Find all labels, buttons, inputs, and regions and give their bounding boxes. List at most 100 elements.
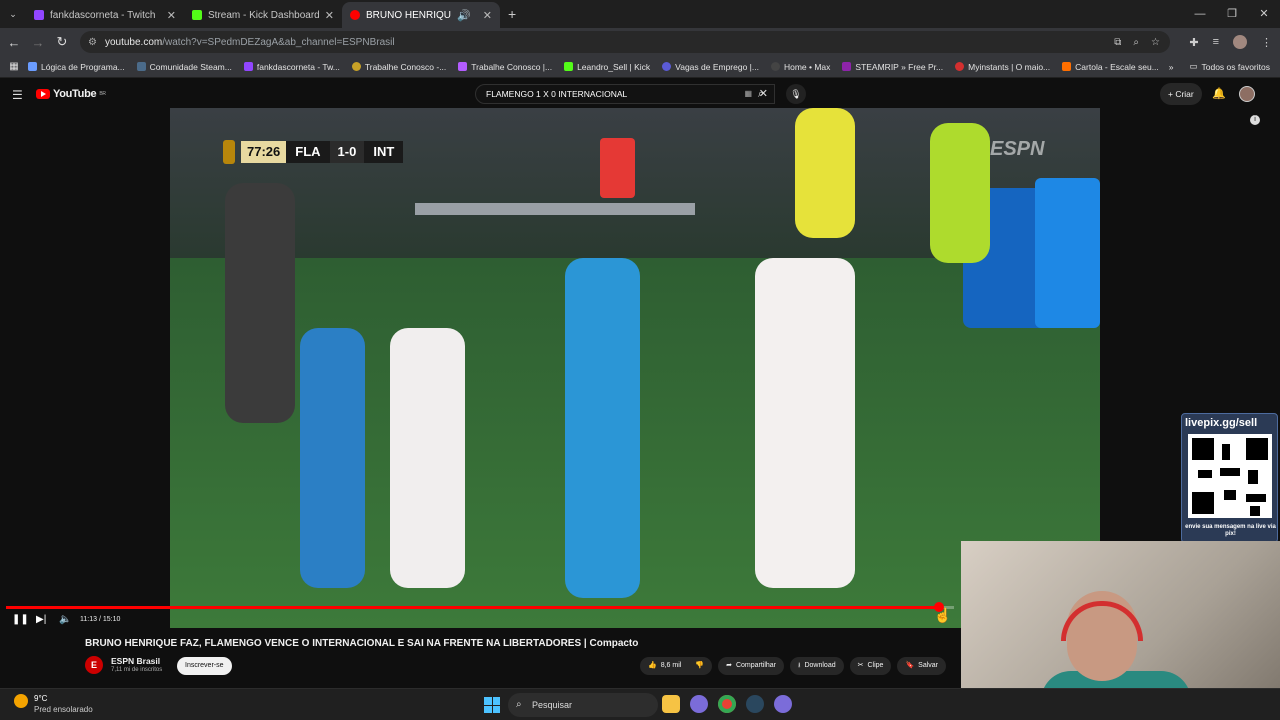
like-button[interactable]: 👍 8,6 mil 👎 [640,657,713,675]
bookmark-item[interactable]: Cartola - Escale seu... [1062,62,1159,72]
volume-icon[interactable]: 🔈 [59,614,71,625]
bookmark-item[interactable]: Vagas de Emprego |... [662,62,759,72]
tab-search-icon[interactable]: ⌄ [0,9,26,20]
mute-tab-icon[interactable]: 🔊 [457,9,471,22]
bookmark-item[interactable]: Trabalhe Conosco |... [458,62,552,72]
close-tab-icon[interactable]: ✕ [167,9,176,22]
next-icon[interactable]: ▶| [36,614,46,625]
menu-icon[interactable]: ☰ [12,88,23,102]
info-icon[interactable]: i [1250,115,1260,125]
extensions-icon[interactable]: ✚ [1189,36,1198,49]
bookmark-icon [955,62,965,71]
bookmark-item[interactable]: Lógica de Programa... [28,62,125,72]
mic-icon: 🎙 [790,89,802,99]
profile-avatar[interactable] [1233,35,1247,49]
browser-tab-bar: ⌄ fankdascorneta - Twitch ✕ Stream - Kic… [0,0,1280,28]
save-button[interactable]: 🔖 Salvar [897,657,946,675]
scissors-icon: ✂ [857,662,864,669]
back-icon[interactable]: ← [2,35,26,50]
address-toolbar: ← → ↻ ⚙ youtube.com/watch?v=SPedmDEZagA&… [0,28,1280,56]
youtube-logo[interactable]: YouTube BR [36,88,106,100]
create-button[interactable]: + Criar [1160,83,1202,105]
forward-icon[interactable]: → [26,35,50,50]
thumbs-down-icon[interactable]: 👎 [695,657,704,675]
voice-search-button[interactable]: 🎙 [786,84,806,104]
media-control-icon[interactable]: ≡ [1213,36,1219,48]
channel-info: E ESPN Brasil 7,11 mi de inscritos [85,656,162,674]
windows-start-icon[interactable] [484,697,500,713]
video-person [795,108,855,238]
download-button[interactable]: ⭳ Download [790,657,844,675]
close-tab-icon[interactable]: ✕ [325,9,334,22]
steam-icon[interactable] [746,695,764,713]
taskbar-search[interactable]: ⌕ Pesquisar [508,693,658,717]
twitch-icon [243,62,253,71]
bookmark-item[interactable]: Trabalhe Conosco -... [351,62,446,72]
more-menu-icon[interactable]: ⋮ [1261,36,1272,49]
overlay-title: livepix.gg/sell [1185,417,1258,429]
search-icon: ⌕ [516,699,522,710]
restore-icon[interactable]: ❐ [1216,0,1248,28]
bookmark-item[interactable]: Home • Max [770,62,830,72]
match-clock: 77:26 [241,141,287,163]
all-favorites[interactable]: ▭ Todos os favoritos [1189,61,1270,72]
close-tab-icon[interactable]: ✕ [483,9,492,22]
url-path: /watch?v=SPedmDEZagA&ab_channel=ESPNBras… [162,36,395,48]
app-icon[interactable] [774,695,792,713]
zoom-icon[interactable]: ⌕ [1133,37,1139,48]
app-icon[interactable] [690,695,708,713]
weather-widget[interactable]: 9°C Pred ensolarado [14,694,93,714]
logo-region: BR [99,91,106,97]
video-person [755,258,855,588]
max-icon [770,62,780,71]
subscribe-button[interactable]: Inscrever-se [177,657,232,675]
new-tab-icon[interactable]: + [508,6,516,22]
more-bookmarks-icon[interactable]: » [1169,62,1174,72]
logo-text: YouTube [53,88,97,100]
bookmark-item[interactable]: Comunidade Steam... [136,62,232,72]
bookmark-item[interactable]: STEAMRIP » Free Pr... [842,62,943,72]
chrome-icon[interactable] [718,695,736,713]
trophy-icon [223,140,235,164]
taskbar-search-placeholder: Pesquisar [532,700,573,710]
search-query: FLAMENGO 1 X 0 INTERNACIONAL [486,89,628,99]
channel-name[interactable]: ESPN Brasil [111,656,160,666]
tab-youtube[interactable]: BRUNO HENRIQUE FAZ, FL 🔊 ✕ [342,2,500,28]
avatar[interactable] [1239,86,1255,102]
notifications-icon[interactable]: 🔔 [1212,87,1226,100]
video-person [600,138,635,198]
site-info-icon[interactable]: ⚙ [88,37,97,48]
file-explorer-icon[interactable] [662,695,680,713]
time-display: 11:13 / 15:10 [80,616,121,623]
pause-icon[interactable]: ❚❚ [12,614,29,625]
bookmark-item[interactable]: Myinstants | O maio... [955,62,1050,72]
reload-icon[interactable]: ↻ [50,34,74,50]
bookmark-icon [1062,62,1072,71]
channel-avatar[interactable]: E [85,656,103,674]
share-button[interactable]: ➦ Compartilhar [718,657,785,675]
video-person [300,328,365,588]
search-button[interactable]: ⌕ [746,84,776,104]
tab-twitch[interactable]: fankdascorneta - Twitch ✕ [26,2,184,28]
minimize-icon[interactable]: — [1184,0,1216,28]
tab-title: BRUNO HENRIQUE FAZ, FL [366,9,452,21]
bookmark-star-icon[interactable]: ☆ [1151,37,1160,48]
search-input[interactable]: FLAMENGO 1 X 0 INTERNACIONAL ▦ ✕ [475,84,775,104]
temperature: 9°C [34,694,48,703]
bookmark-item[interactable]: fankdascorneta - Tw... [243,62,340,72]
apps-grid-icon[interactable]: ▦ [0,61,28,72]
url-bar[interactable]: ⚙ youtube.com/watch?v=SPedmDEZagA&ab_cha… [80,31,1170,53]
progress-played[interactable] [6,606,940,609]
bookmark-item[interactable]: Leandro_Sell | Kick [564,62,650,72]
tab-title: fankdascorneta - Twitch [50,9,156,21]
video-cooler [1035,178,1100,328]
search-icon: ⌕ [757,88,765,100]
install-app-icon[interactable]: ⧉ [1114,37,1121,48]
sun-icon [14,694,28,708]
url-host: youtube.com [104,36,163,48]
clip-button[interactable]: ✂ Clipe [849,657,892,675]
tab-kick[interactable]: Stream - Kick Dashboard ✕ [184,2,342,28]
close-window-icon[interactable]: ✕ [1248,0,1280,28]
youtube-header: ☰ YouTube BR FLAMENGO 1 X 0 INTERNACIONAL… [0,80,1280,108]
video-person [390,328,465,588]
